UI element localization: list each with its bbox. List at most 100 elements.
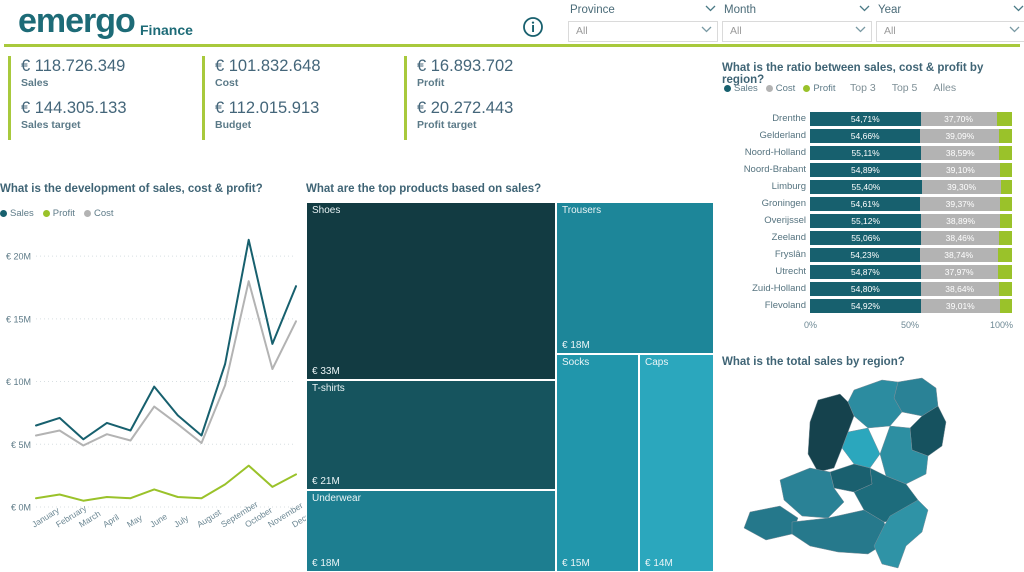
ratio-bar-row[interactable]: Gelderland 54,66% 39,09% <box>722 129 1024 143</box>
filter-year-select[interactable]: All <box>876 21 1024 42</box>
app-header: emergo Finance Province All Month All Ye… <box>0 0 1024 47</box>
legend-item-profit[interactable]: Profit <box>42 208 75 219</box>
treemap-panel: What are the top products based on sales… <box>306 183 714 572</box>
ratio-bar-segment-sales: 55,40% <box>810 180 922 194</box>
filter-province[interactable]: Province All <box>568 0 718 42</box>
ratio-bar-segment-sales: 54,92% <box>810 299 921 313</box>
treemap-tile[interactable]: T-shirts € 21M <box>306 380 556 490</box>
line-chart-legend: Sales Profit Cost <box>0 208 114 219</box>
ratio-bar-row[interactable]: Flevoland 54,92% 39,01% <box>722 299 1024 313</box>
svg-text:€ 5M: € 5M <box>11 440 31 450</box>
treemap-tile[interactable]: Trousers € 18M <box>556 202 714 354</box>
ratio-bar-row[interactable]: Noord-Brabant 54,89% 39,10% <box>722 163 1024 177</box>
ratio-filter-buttons: Top 3 Top 5 Alles <box>850 82 956 94</box>
ratio-bar-segment-cost: 38,74% <box>919 248 998 262</box>
ratio-bar-segment-cost: 38,46% <box>921 231 999 245</box>
ratio-bar-segment-sales: 54,23% <box>810 248 920 262</box>
ratio-button-top5[interactable]: Top 5 <box>892 82 918 94</box>
ratio-bar-track: 55,40% 39,30% <box>810 180 1012 194</box>
filter-province-value: All <box>576 25 588 37</box>
ratio-bar-segment-cost: 39,10% <box>920 163 1000 177</box>
ratio-bar-row[interactable]: Fryslân 54,23% 38,74% <box>722 248 1024 262</box>
ratio-bar-segment-sales: 54,87% <box>810 265 921 279</box>
ratio-bar-segment-sales: 55,11% <box>810 146 922 160</box>
ratio-bar-row[interactable]: Zeeland 55,06% 38,46% <box>722 231 1024 245</box>
ratio-bar-segment-cost: 37,97% <box>920 265 998 279</box>
line-chart-panel: What is the development of sales, cost &… <box>0 183 329 572</box>
app-subtitle: Finance <box>140 22 193 38</box>
ratio-bar-segment-sales: 54,71% <box>810 112 921 126</box>
kpi-budget-value: € 112.015.913 <box>215 99 320 117</box>
netherlands-map[interactable] <box>722 376 1024 572</box>
treemap-tile[interactable]: Underwear € 18M <box>306 490 556 572</box>
filter-month-select[interactable]: All <box>722 21 872 42</box>
legend-item-profit[interactable]: Profit <box>803 83 836 94</box>
ratio-panel: What is the ratio between sales, cost & … <box>722 62 1024 352</box>
svg-text:€ 20M: € 20M <box>6 252 31 262</box>
ratio-bar-segment-profit <box>997 265 1012 279</box>
filter-province-select[interactable]: All <box>568 21 718 42</box>
kpi-cost-value: € 101.832.648 <box>215 57 321 75</box>
filter-year-value: All <box>884 25 896 37</box>
treemap-tile-label: Trousers <box>562 205 602 216</box>
ratio-bar-track: 54,71% 37,70% <box>810 112 1012 126</box>
legend-swatch-profit <box>42 210 50 217</box>
map-region[interactable] <box>847 379 903 429</box>
treemap-tile[interactable]: Socks € 15M <box>556 354 639 572</box>
treemap-tile-label: Socks <box>562 357 590 368</box>
ratio-bar-segment-sales: 54,66% <box>810 129 921 143</box>
filter-province-label: Province <box>568 0 718 18</box>
ratio-bar-row[interactable]: Utrecht 54,87% 37,97% <box>722 265 1024 279</box>
ratio-bar-row[interactable]: Limburg 55,40% 39,30% <box>722 180 1024 194</box>
ratio-bar-segment-profit <box>998 231 1012 245</box>
filter-year[interactable]: Year All <box>876 0 1024 42</box>
ratio-bar-row[interactable]: Noord-Holland 55,11% 38,59% <box>722 146 1024 160</box>
ratio-bar-segment-profit <box>997 248 1012 262</box>
ratio-bar-track: 54,92% 39,01% <box>810 299 1012 313</box>
ratio-bar-segment-profit <box>999 197 1012 211</box>
ratio-bar-label: Noord-Brabant <box>743 164 806 175</box>
ratio-bar-segment-sales: 54,89% <box>810 163 921 177</box>
treemap-plot[interactable]: Shoes € 33M T-shirts € 21M Underwear € 18M Tro… <box>306 202 714 572</box>
legend-label-profit: Profit <box>52 208 75 219</box>
ratio-bar-track: 55,11% 38,59% <box>810 146 1012 160</box>
dashboard-page: emergo Finance Province All Month All Ye… <box>0 0 1024 572</box>
kpi-budget-label: Budget <box>215 119 252 131</box>
ratio-bar-label: Gelderland <box>759 130 806 141</box>
kpi-cost-label: Cost <box>215 77 239 89</box>
ratio-bar-row[interactable]: Zuid-Holland 54,80% 38,64% <box>722 282 1024 296</box>
ratio-bar-label: Zuid-Holland <box>752 283 806 294</box>
treemap-tile-value: € 21M <box>312 476 340 487</box>
legend-item-sales[interactable]: Sales <box>724 83 758 94</box>
treemap-tile[interactable]: Shoes € 33M <box>306 202 556 380</box>
ratio-bar-segment-cost: 39,01% <box>920 299 1000 313</box>
legend-item-sales[interactable]: Sales <box>0 208 34 219</box>
ratio-bar-track: 54,80% 38,64% <box>810 282 1012 296</box>
kpi-row: € 118.726.349 Sales € 144.305.133 Sales … <box>0 56 716 146</box>
filter-month[interactable]: Month All <box>722 0 872 42</box>
ratio-bar-segment-profit <box>999 214 1012 228</box>
map-title: What is the total sales by region? <box>722 356 905 368</box>
legend-item-cost[interactable]: Cost <box>765 83 795 94</box>
ratio-button-alles[interactable]: Alles <box>933 82 956 94</box>
ratio-bar-row[interactable]: Groningen 54,61% 39,37% <box>722 197 1024 211</box>
ratio-bar-row[interactable]: Overijssel 55,12% 38,89% <box>722 214 1024 228</box>
kpi-sales: € 118.726.349 Sales € 144.305.133 Sales … <box>8 56 208 140</box>
ratio-bar-segment-cost: 38,64% <box>920 282 999 296</box>
ratio-bar-segment-cost: 39,37% <box>920 197 1000 211</box>
ratio-bar-segment-sales: 54,80% <box>810 282 921 296</box>
ratio-bar-track: 54,61% 39,37% <box>810 197 1012 211</box>
ratio-bar-row[interactable]: Drenthe 54,71% 37,70% <box>722 112 1024 126</box>
ratio-bars[interactable]: Drenthe 54,71% 37,70% Gelderland 54,66% 39,09… <box>722 112 1024 316</box>
legend-item-cost[interactable]: Cost <box>83 208 114 219</box>
line-chart-plot[interactable]: € 0M € 5M € 10M € 15M € 20M <box>0 225 300 523</box>
map-region[interactable] <box>807 393 855 473</box>
info-circle-icon[interactable] <box>522 16 544 38</box>
map-region[interactable] <box>743 505 799 541</box>
ratio-axis-tick: 50% <box>901 320 920 330</box>
treemap-tile[interactable]: Caps € 14M <box>639 354 714 572</box>
chevron-down-icon <box>1009 26 1020 33</box>
map-region[interactable] <box>841 427 881 469</box>
treemap-tile-value: € 14M <box>645 558 673 569</box>
ratio-button-top3[interactable]: Top 3 <box>850 82 876 94</box>
